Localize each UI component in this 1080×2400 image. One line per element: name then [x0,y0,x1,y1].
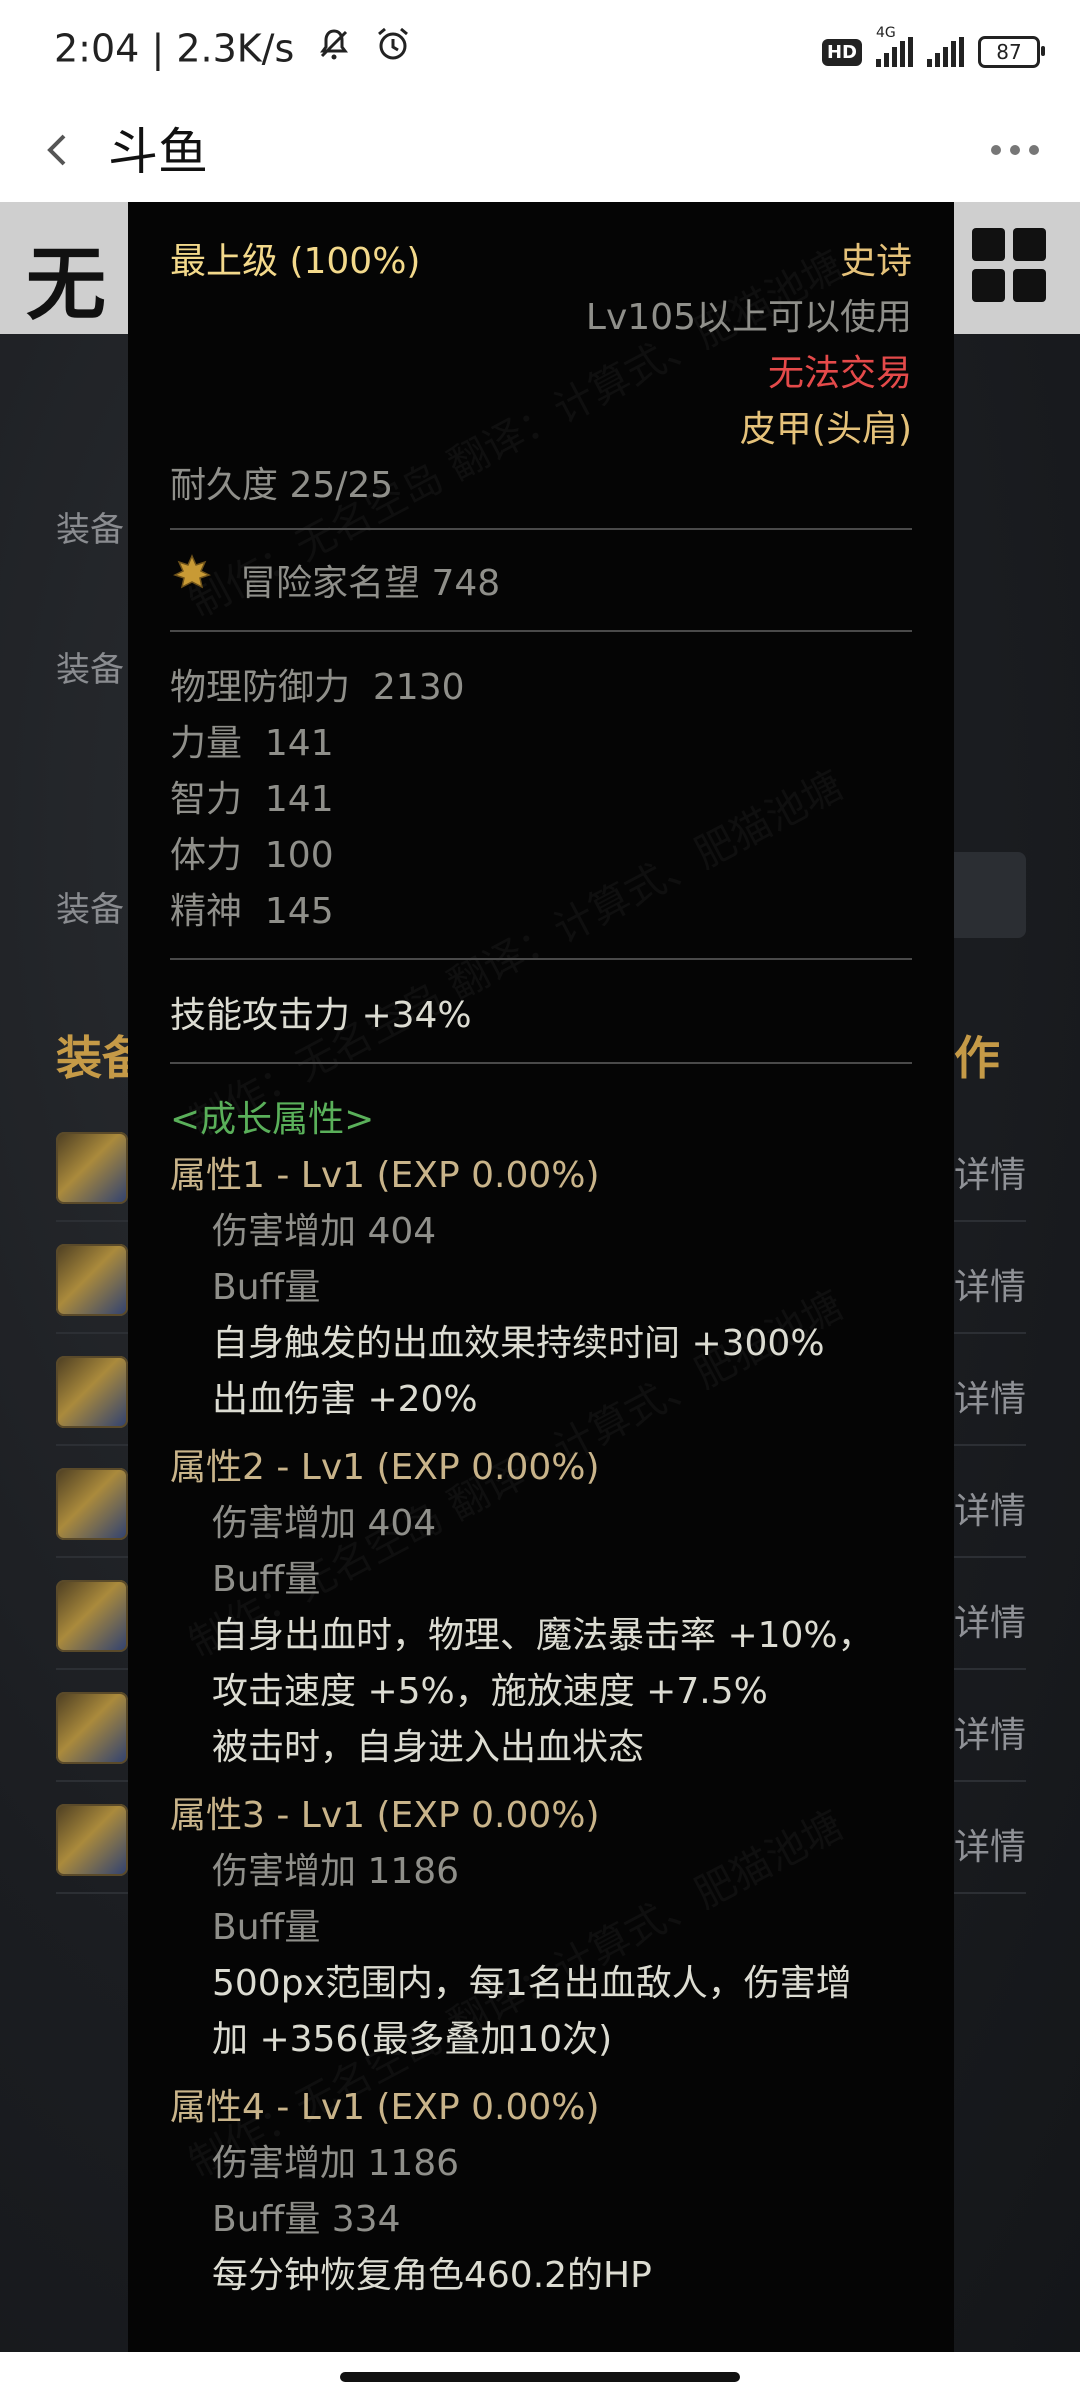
hd-badge: HD [821,38,862,66]
stat-phys-def: 物理防御力 2130 [170,667,465,708]
growth-header: <成长属性> [170,1099,375,1140]
divider [170,1062,912,1064]
detail-link[interactable]: 详情 [954,1594,1026,1646]
detail-link[interactable]: 详情 [954,1482,1026,1534]
battery-icon: 87 [978,36,1045,68]
trade-restriction: 无法交易 [767,353,912,394]
attr2-desc1: 自身出血时，物理、魔法暴击率 +10%， [212,1615,874,1656]
item-icon[interactable] [56,1356,128,1428]
stat-strength: 力量 141 [170,723,334,764]
item-icon[interactable] [56,1580,128,1652]
status-bar: 2:04 | 2.3K/s HD 4G 87 [0,0,1080,100]
attr4-title: 属性4 - Lv1 (EXP 0.00%) [170,2087,600,2128]
grid-menu-icon[interactable] [972,228,1046,302]
item-icon[interactable] [56,1244,128,1316]
divider [170,528,912,530]
title-bar: 斗鱼 [0,100,1080,202]
equip-label-3: 装备 [56,890,124,930]
attr1-title: 属性1 - Lv1 (EXP 0.00%) [170,1155,600,1196]
site-logo: 无 [26,237,106,331]
section-title-right: 作 [954,1031,1000,1085]
adventurer-reputation: 冒险家名望 748 [240,563,501,604]
attr2-desc2: 攻击速度 +5%，施放速度 +7.5% [212,1671,768,1712]
item-grade: 最上级 (100%) [170,241,421,282]
alarm-icon [374,25,412,72]
attr3-damage: 伤害增加 1186 [212,1851,460,1892]
detail-link[interactable]: 详情 [954,1706,1026,1758]
attr1-buff: Buff量 [212,1267,321,1308]
detail-link[interactable]: 详情 [954,1258,1026,1310]
attr2-buff: Buff量 [212,1559,321,1600]
skill-attack: 技能攻击力 +34% [170,995,472,1036]
attr1-damage: 伤害增加 404 [212,1211,437,1252]
divider [170,958,912,960]
item-type: 皮甲(头肩) [739,409,912,450]
attr4-buff: Buff量 334 [212,2199,401,2240]
detail-link[interactable]: 详情 [954,1146,1026,1198]
dot-icon [1029,145,1039,155]
net-type: 4G [876,25,896,41]
equip-label-1: 装备 [56,510,124,550]
dot-icon [991,145,1001,155]
stat-spirit: 精神 145 [170,891,334,932]
detail-link[interactable]: 详情 [954,1818,1026,1870]
stat-vitality: 体力 100 [170,835,334,876]
item-icon[interactable] [56,1804,128,1876]
home-indicator[interactable] [340,2372,740,2382]
page-title: 斗鱼 [108,123,208,181]
chevron-left-icon [47,134,66,166]
stat-intelligence: 智力 141 [170,779,334,820]
attr3-title: 属性3 - Lv1 (EXP 0.00%) [170,1795,600,1836]
attr4-damage: 伤害增加 1186 [212,2143,460,2184]
status-left: 2:04 | 2.3K/s [54,24,412,72]
divider [170,630,912,632]
net-speed: 2.3K/s [176,26,295,71]
dot-icon [1010,145,1020,155]
item-icon[interactable] [56,1468,128,1540]
attr1-desc1: 自身触发的出血效果持续时间 +300% [212,1323,825,1364]
level-requirement: Lv105以上可以使用 [585,297,912,338]
durability: 耐久度 25/25 [170,465,394,506]
attr2-desc3: 被击时，自身进入出血状态 [212,1727,645,1768]
detail-link[interactable]: 详情 [954,1370,1026,1422]
search-button[interactable] [946,852,1026,938]
item-icon[interactable] [56,1132,128,1204]
reputation-icon [173,554,211,589]
item-rarity: 史诗 [839,241,912,282]
mute-bell-icon [316,26,352,71]
attr3-desc1: 500px范围内，每1名出血敌人，伤害增 [212,1963,852,2004]
attr3-buff: Buff量 [212,1907,321,1948]
status-right: HD 4G 87 [821,25,1045,74]
attr2-title: 属性2 - Lv1 (EXP 0.00%) [170,1447,600,1488]
signal-icon-2 [927,37,964,67]
back-button[interactable] [30,120,90,180]
equip-label-2: 装备 [56,650,124,690]
item-tooltip: 制作：无名空岛 翻译：计算式、肥猫池塘 制作：无名空岛 翻译：计算式、肥猫池塘 … [128,202,954,2352]
more-options-button[interactable] [980,128,1050,172]
clock: 2:04 [54,26,140,71]
attr1-desc2: 出血伤害 +20% [212,1379,478,1420]
battery-level: 87 [996,40,1022,64]
attr3-desc2: 加 +356(最多叠加10次) [212,2019,613,2060]
attr4-desc1: 每分钟恢复角色460.2的HP [212,2255,652,2296]
item-icon[interactable] [56,1692,128,1764]
signal-icon-1: 4G [876,25,913,67]
attr2-damage: 伤害增加 404 [212,1503,437,1544]
